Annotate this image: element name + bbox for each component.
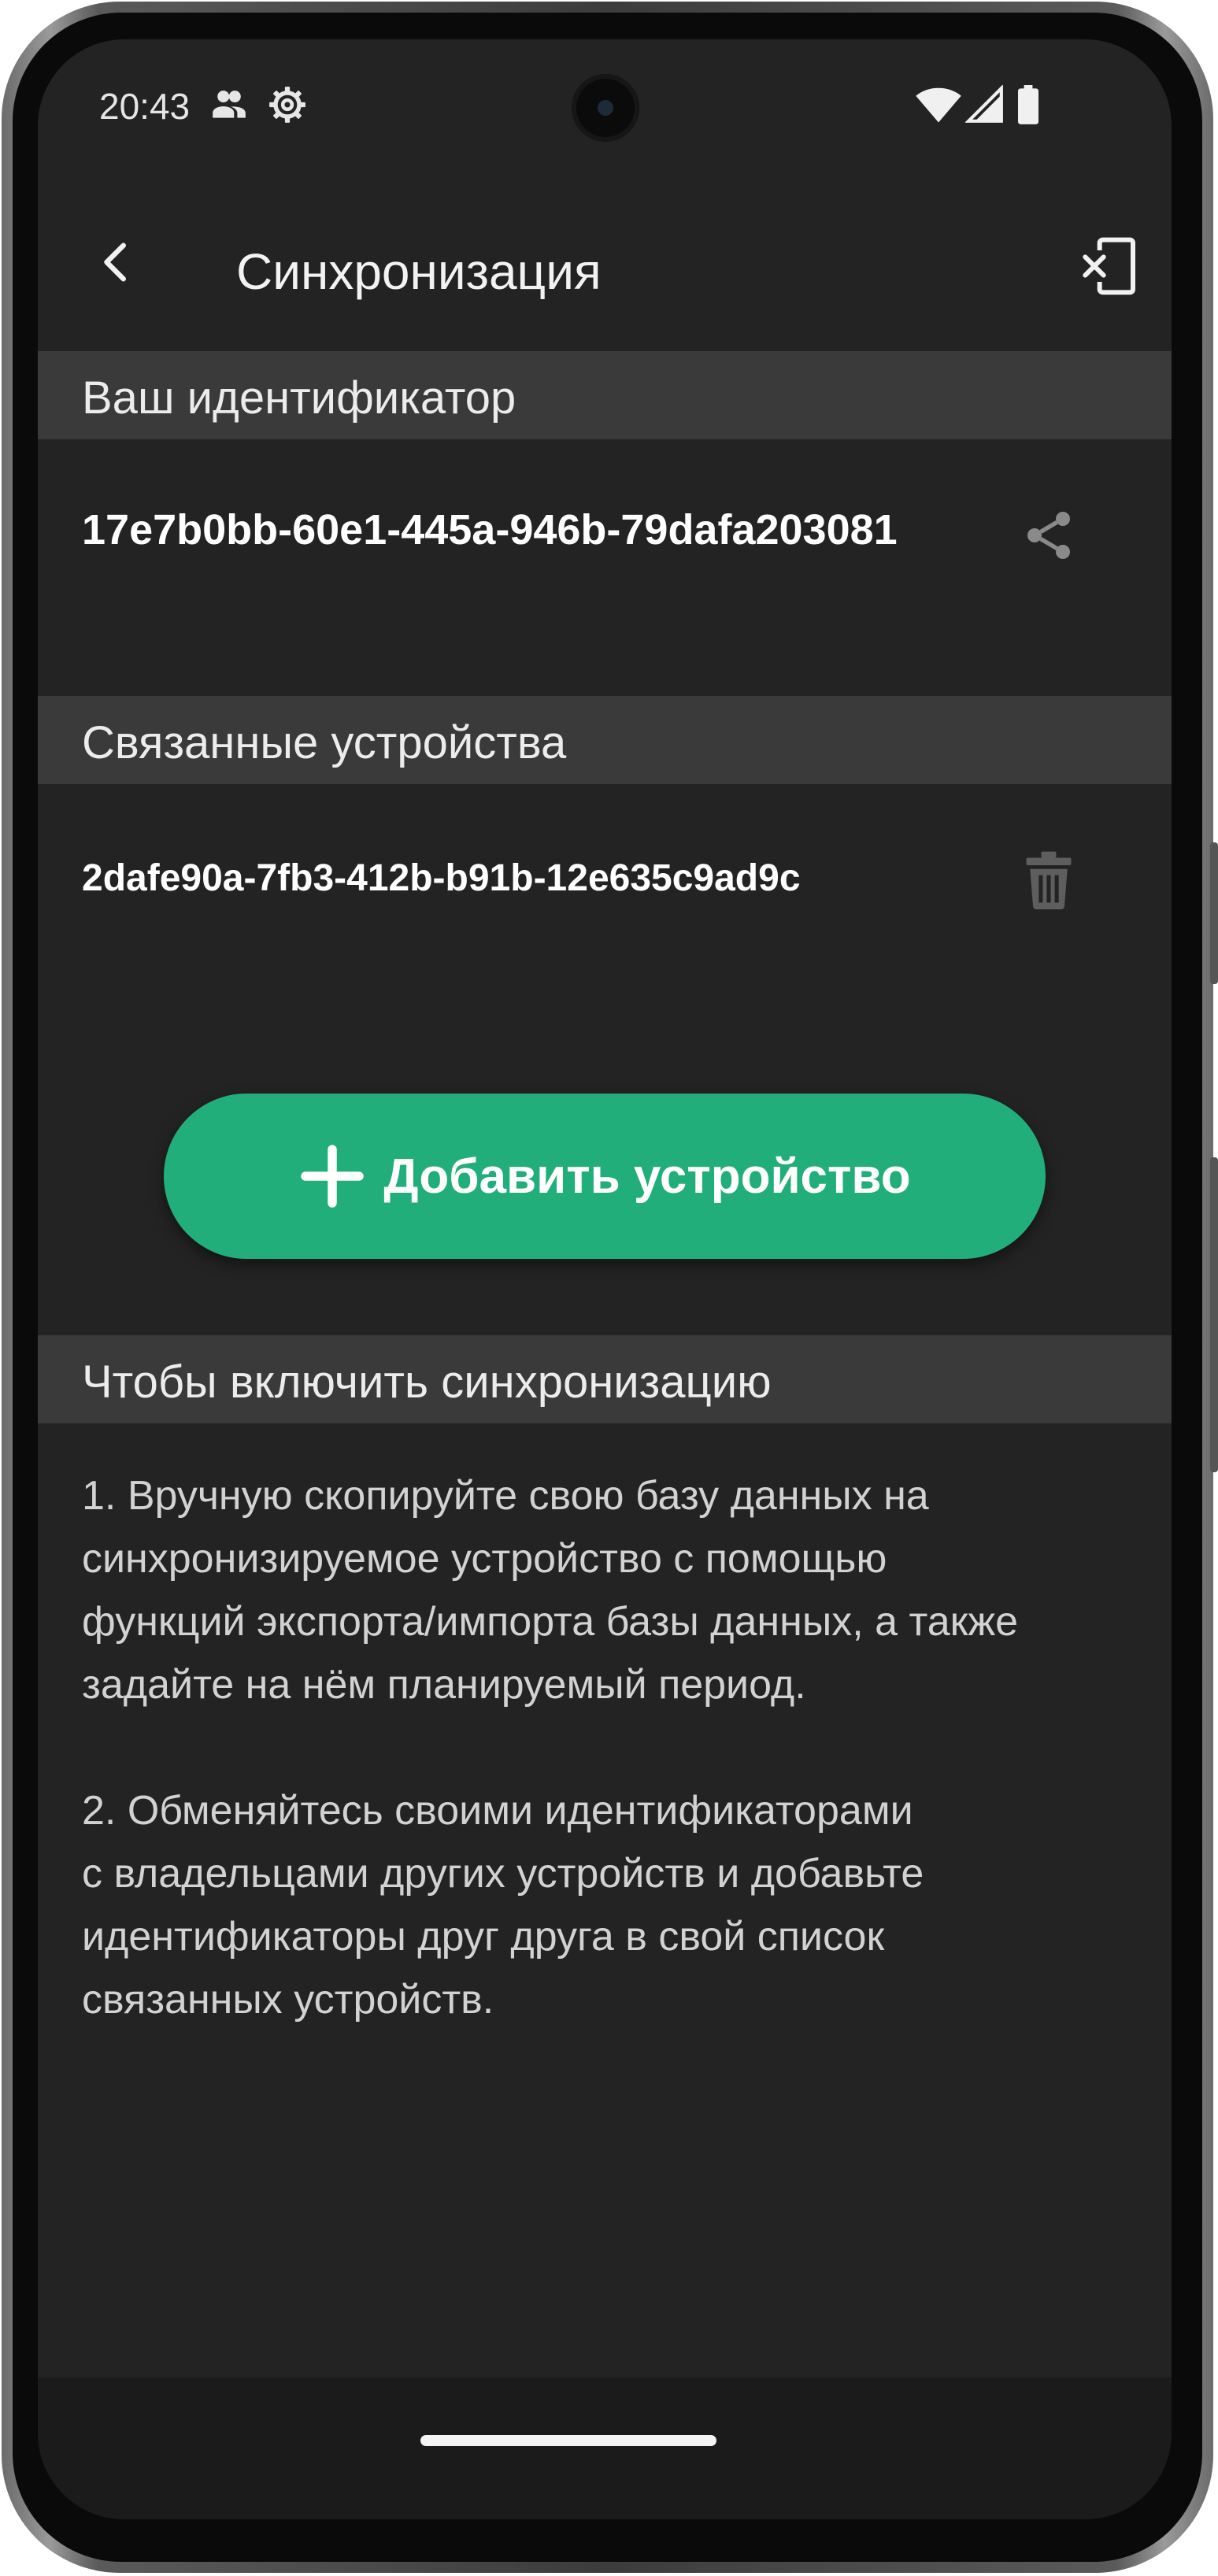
volume-button [1210,842,1218,984]
front-camera [572,74,639,142]
users-icon [209,85,249,124]
share-button[interactable] [1009,496,1088,575]
status-time: 20:43 [99,86,191,127]
home-indicator[interactable] [420,2435,716,2446]
signal-icon [964,84,1005,124]
your-id-value: 17e7b0bb-60e1-445a-946b-79dafa203081 [82,506,898,553]
add-device-label: Добавить устройство [383,1149,911,1204]
linked-device-row: 2dafe90a-7fb3-412b-b91b-12e635c9ad9c [38,801,1172,959]
navigation-bar [38,2378,1172,2519]
battery-icon [1014,85,1042,124]
section-header-instructions: Чтобы включить синхронизацию [38,1335,1172,1423]
section-title: Ваш идентификатор [82,372,516,424]
instruction-step-1: 1. Вручную скопируйте свою базу данных н… [82,1473,1019,1708]
exit-sync-icon [1083,237,1135,295]
power-button [1210,1157,1218,1472]
app-bar: Синхронизация [38,197,1172,354]
share-icon [1027,512,1070,559]
section-title: Чтобы включить синхронизацию [82,1356,772,1408]
instructions-text: 1. Вручную скопируйте свою базу данных н… [82,1464,1137,2094]
back-arrow-icon [104,242,126,282]
page-title: Синхронизация [236,243,602,300]
your-id-row: 17e7b0bb-60e1-445a-946b-79dafa203081 [38,457,1172,614]
plus-icon [301,1145,365,1208]
instruction-step-2: 2. Обменяйтесь своими идентификаторами с… [82,1788,924,2023]
wifi-icon [915,85,962,124]
section-header-your-id: Ваш идентификатор [38,351,1172,439]
trash-icon [1026,851,1072,910]
delete-device-button[interactable] [1009,841,1088,920]
camera-lens [598,100,613,116]
gear-icon [268,85,307,124]
back-button[interactable] [81,227,152,298]
section-title: Связанные устройства [82,717,567,768]
linked-device-id: 2dafe90a-7fb3-412b-b91b-12e635c9ad9c [82,857,801,899]
status-bar: 20:43 [38,39,1172,181]
exit-sync-button[interactable] [1071,227,1150,305]
app-screen: 20:43 Синхронизация Ваш идентификатор 17… [38,39,1172,2519]
section-header-linked-devices: Связанные устройства [38,696,1172,784]
add-device-button[interactable]: Добавить устройство [164,1094,1046,1259]
